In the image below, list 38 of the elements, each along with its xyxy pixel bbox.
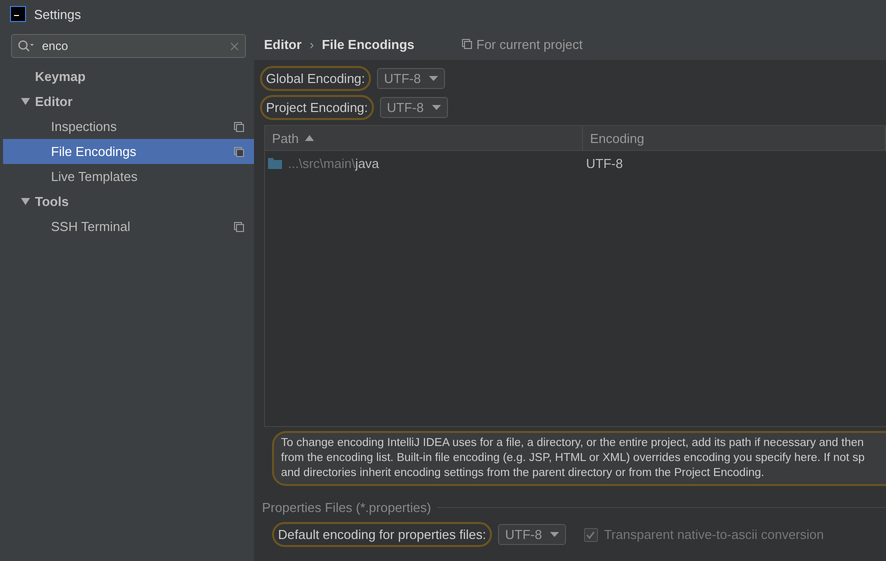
search-input[interactable]: enco [40,38,224,54]
sort-ascending-icon [304,135,314,141]
checkmark-icon [586,530,596,538]
column-header[interactable]: Path [265,126,583,150]
encoding-dropdown[interactable]: UTF-8 [498,524,566,545]
tree-item[interactable]: Live Templates [3,164,254,189]
window-title: Settings [34,6,81,22]
tree-item[interactable]: Tools [3,189,254,214]
breadcrumb-item: Editor [264,36,302,52]
search-field[interactable]: enco [11,34,246,58]
encoding-label: Project Encoding: [260,95,374,120]
table-cell: ...\src\main\java [288,156,380,170]
caret-icon [432,105,441,110]
caret-icon [428,76,438,81]
tree-item[interactable]: Keymap [3,64,254,89]
scope-note: For current project [476,36,583,52]
breadcrumb-item: File Encodings [322,36,414,52]
expanded-arrow-icon[interactable] [21,197,30,206]
caret-icon [550,532,559,537]
app-logo-icon [10,6,26,22]
checkbox-label: Transparent native-to-ascii conversion [604,527,824,542]
encoding-dropdown[interactable]: UTF-8 [377,68,445,89]
section-title: Properties Files (*.properties) [262,500,432,515]
search-icon [18,40,34,52]
tree-item[interactable]: SSH Terminal [3,214,254,239]
project-scope-icon [462,39,472,49]
encoding-label: Global Encoding: [260,66,372,91]
breadcrumb-separator: › [310,36,314,52]
expanded-arrow-icon[interactable] [21,97,30,106]
column-header[interactable]: Encoding [583,126,886,150]
folder-icon [268,158,282,168]
properties-encoding-label: Default encoding for properties files: [272,522,492,547]
hint-text: To change encoding IntelliJ IDEA uses for a file, a directory, or the entire project, add its path if necessary and then from the encoding list. Built-in file encoding (e.g. JSP, HTML or XML) overrides encoding you specify here. If not sp and directories inherit encoding settings from the parent directory or from the Project Encoding. [272,431,886,486]
tree-item[interactable]: Editor [3,89,254,114]
table-cell: UTF-8 [586,156,623,170]
tree-item[interactable]: File Encodings [3,139,254,164]
tree-item[interactable]: Inspections [3,114,254,139]
encoding-dropdown[interactable]: UTF-8 [380,97,448,118]
